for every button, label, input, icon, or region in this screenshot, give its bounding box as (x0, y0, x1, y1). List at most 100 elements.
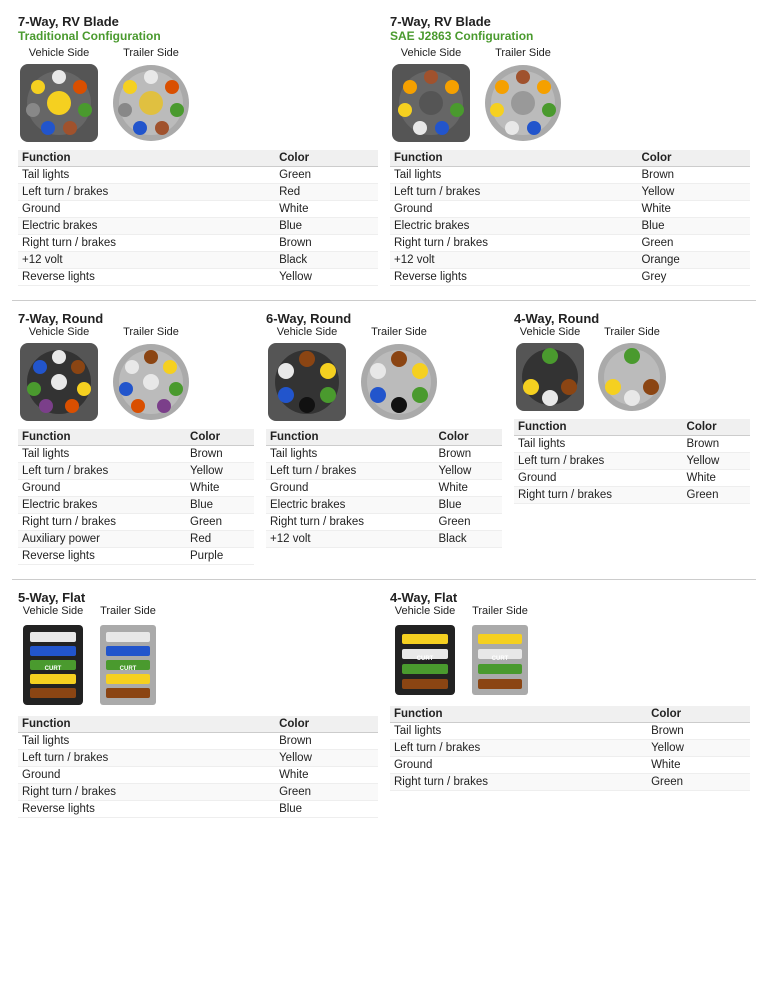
title-7way-sae: 7-Way, RV Blade (390, 14, 750, 29)
table-row: GroundWhite (390, 201, 750, 218)
table-row: Reverse lightsPurple (18, 548, 254, 565)
4f-vehicle-label: Vehicle Side (395, 605, 456, 617)
table-row: Left turn / brakesYellow (390, 184, 750, 201)
function-cell: Tail lights (18, 733, 275, 750)
color-cell: Blue (435, 497, 502, 514)
trailer-label: Trailer Side (123, 47, 179, 59)
diagrams-6way-round: Vehicle Side Trailer Side (266, 326, 502, 423)
4f-trailer-group: Trailer Side CURT (470, 605, 530, 700)
function-cell: Left turn / brakes (514, 453, 683, 470)
color-cell: Brown (435, 446, 502, 463)
4way-round-trailer-svg (596, 341, 668, 413)
7way-sae-vehicle-svg (390, 62, 472, 144)
color-cell: White (683, 470, 750, 487)
table-row: Reverse lightsGrey (390, 269, 750, 286)
function-cell: Right turn / brakes (514, 487, 683, 504)
color-cell: Grey (637, 269, 750, 286)
function-cell: Tail lights (18, 167, 275, 184)
subtitle-7way-traditional: Traditional Configuration (18, 29, 378, 43)
5way-flat-trailer-svg: CURT (98, 620, 158, 710)
function-cell: Ground (390, 201, 637, 218)
color-cell: Purple (186, 548, 254, 565)
color-cell: Green (275, 784, 378, 801)
table-row: Right turn / brakesGreen (390, 235, 750, 252)
color-cell: Brown (186, 446, 254, 463)
color-cell: Blue (275, 218, 378, 235)
table-row: Left turn / brakesYellow (18, 750, 378, 767)
color-cell: White (435, 480, 502, 497)
6way-round-vehicle-svg (266, 341, 348, 423)
4f-trailer-label: Trailer Side (472, 605, 528, 617)
function-cell: Ground (390, 757, 647, 774)
function-cell: Ground (266, 480, 435, 497)
sae-trailer-label: Trailer Side (495, 47, 551, 59)
4f-vehicle-group: Vehicle Side CURT (390, 605, 460, 700)
block-7way-sae: 7-Way, RV Blade SAE J2863 Configuration … (384, 10, 756, 290)
color-cell: Yellow (637, 184, 750, 201)
5f-vehicle-group: Vehicle Side CURT (18, 605, 88, 710)
5f-trailer-label: Trailer Side (100, 605, 156, 617)
function-cell: +12 volt (266, 531, 435, 548)
divider-2 (12, 579, 756, 580)
color-cell: Green (186, 514, 254, 531)
color-cell: Green (275, 167, 378, 184)
table-7way-traditional: Function Color Tail lightsGreenLeft turn… (18, 150, 378, 286)
color-cell: Brown (275, 733, 378, 750)
table-row: GroundWhite (390, 757, 750, 774)
table-row: GroundWhite (18, 201, 378, 218)
color-cell: Yellow (683, 453, 750, 470)
function-cell: Electric brakes (266, 497, 435, 514)
title-5way-flat: 5-Way, Flat (18, 590, 378, 605)
function-cell: Right turn / brakes (18, 514, 186, 531)
table-6way-round: Function Color Tail lightsBrownLeft turn… (266, 429, 502, 548)
title-4way-round: 4-Way, Round (514, 311, 750, 326)
color-cell: Black (275, 252, 378, 269)
diagrams-7way-sae: Vehicle Side Trailer (390, 47, 750, 144)
table-row: Auxiliary powerRed (18, 531, 254, 548)
function-cell: Left turn / brakes (18, 463, 186, 480)
table-row: Right turn / brakesBrown (18, 235, 378, 252)
table-row: Left turn / brakesYellow (390, 740, 750, 757)
table-row: Right turn / brakesGreen (18, 514, 254, 531)
table-row: Electric brakesBlue (266, 497, 502, 514)
function-cell: Electric brakes (18, 497, 186, 514)
color-cell: Brown (637, 167, 750, 184)
5f-vehicle-label: Vehicle Side (23, 605, 84, 617)
function-cell: Ground (18, 480, 186, 497)
color-cell: Yellow (435, 463, 502, 480)
function-cell: Auxiliary power (18, 531, 186, 548)
block-4way-flat: 4-Way, Flat Vehicle Side CURT Trailer Si… (384, 586, 756, 822)
col-color: Color (637, 150, 750, 167)
4way-flat-trailer-svg: CURT (470, 620, 530, 700)
color-cell: Yellow (275, 269, 378, 286)
4way-round-vehicle-svg (514, 341, 586, 413)
vehicle-label: Vehicle Side (29, 47, 90, 59)
diagrams-7way-round: Vehicle Side Trailer (18, 326, 254, 423)
block-4way-round: 4-Way, Round Vehicle Side Trailer Side (508, 307, 756, 569)
4r-vehicle-group: Vehicle Side (514, 326, 586, 413)
color-cell: White (637, 201, 750, 218)
function-cell: Left turn / brakes (18, 184, 275, 201)
color-cell: Green (435, 514, 502, 531)
color-cell: Brown (275, 235, 378, 252)
color-cell: Blue (186, 497, 254, 514)
4r-vehicle-label: Vehicle Side (520, 326, 581, 338)
function-cell: Right turn / brakes (18, 784, 275, 801)
function-cell: Ground (18, 201, 275, 218)
table-row: +12 voltOrange (390, 252, 750, 269)
5way-flat-vehicle-svg: CURT (18, 620, 88, 710)
color-cell: Brown (683, 436, 750, 453)
4r-trailer-group: Trailer Side (596, 326, 668, 413)
table-row: +12 voltBlack (18, 252, 378, 269)
7way-sae-trailer-svg (482, 62, 564, 144)
diagrams-5way-flat: Vehicle Side CURT Trailer Side (18, 605, 378, 710)
6r-trailer-group: Trailer Side (358, 326, 440, 423)
color-cell: Red (275, 184, 378, 201)
title-6way-round: 6-Way, Round (266, 311, 502, 326)
block-7way-traditional: 7-Way, RV Blade Traditional Configuratio… (12, 10, 384, 290)
col-color: Color (275, 150, 378, 167)
table-row: +12 voltBlack (266, 531, 502, 548)
color-cell: White (647, 757, 750, 774)
table-row: GroundWhite (18, 767, 378, 784)
7r-trailer-label: Trailer Side (123, 326, 179, 338)
